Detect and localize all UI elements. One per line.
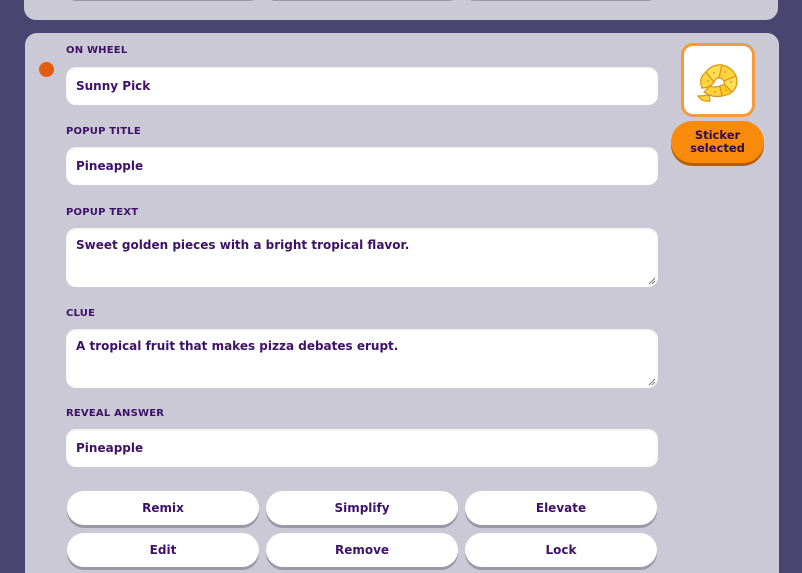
elevate-button[interactable]: Elevate [465,491,657,525]
item-editor-card: ON WHEEL Sunny Pick POPUP TITLE Pineappl… [25,33,779,573]
remove-button[interactable]: Remove [266,533,458,567]
reveal-answer-input[interactable]: Pineapple [66,429,658,467]
popup-title-label: POPUP TITLE [66,126,141,137]
popup-text-label: POPUP TEXT [66,207,139,218]
popup-text-value: Sweet golden pieces with a bright tropic… [76,238,410,252]
lock-button[interactable]: Lock [465,533,657,567]
resize-handle-icon[interactable] [648,277,656,285]
on-wheel-label: ON WHEEL [66,45,128,56]
popup-text-textarea[interactable]: Sweet golden pieces with a bright tropic… [66,228,658,287]
remix-button[interactable]: Remix [67,491,259,525]
resize-handle-icon[interactable] [648,378,656,386]
sticker-preview[interactable] [681,43,755,117]
clue-textarea[interactable]: A tropical fruit that makes pizza debate… [66,329,658,388]
clue-value: A tropical fruit that makes pizza debate… [76,339,399,353]
reveal-answer-label: REVEAL ANSWER [66,408,165,419]
edit-button[interactable]: Edit [67,533,259,567]
previous-item-card [24,0,778,20]
simplify-button[interactable]: Simplify [266,491,458,525]
page: ON WHEEL Sunny Pick POPUP TITLE Pineappl… [0,0,802,573]
clue-label: CLUE [66,308,96,319]
on-wheel-input[interactable]: Sunny Pick [66,67,658,105]
sticker-selected-badge[interactable]: Sticker selected [671,121,764,163]
pineapple-slice-icon [696,64,738,102]
status-dot [39,62,54,77]
popup-title-input[interactable]: Pineapple [66,147,658,185]
